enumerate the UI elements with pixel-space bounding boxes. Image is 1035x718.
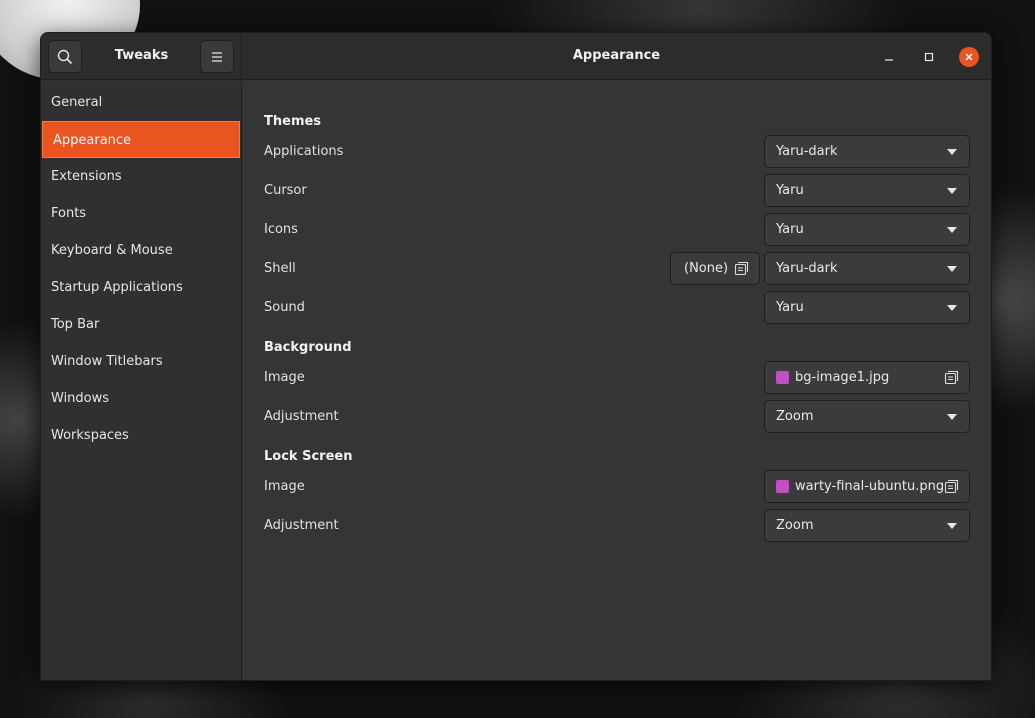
- document-open-icon: [944, 479, 959, 494]
- sound-label: Sound: [264, 300, 305, 315]
- menu-button[interactable]: [200, 40, 234, 73]
- lock-screen-heading: Lock Screen: [264, 449, 353, 464]
- lock-screen-image-label: Image: [264, 479, 305, 494]
- sidebar-item-fonts[interactable]: Fonts: [41, 195, 241, 232]
- sidebar-item-top-bar[interactable]: Top Bar: [41, 306, 241, 343]
- close-icon: [965, 53, 973, 61]
- minimize-button[interactable]: [879, 47, 899, 67]
- sidebar-item-workspaces[interactable]: Workspaces: [41, 417, 241, 454]
- sidebar-header: Tweaks: [41, 33, 242, 80]
- cursor-theme-combo[interactable]: Yaru: [764, 174, 970, 207]
- lock-screen-image-filename: warty-final-ubuntu.png: [795, 479, 945, 494]
- cursor-theme-value: Yaru: [776, 183, 804, 198]
- dropdown-arrow-icon: [947, 305, 957, 311]
- applications-theme-combo[interactable]: Yaru-dark: [764, 135, 970, 168]
- lock-screen-adjustment-combo[interactable]: Zoom: [764, 509, 970, 542]
- maximize-icon: [924, 52, 934, 62]
- sidebar-item-startup-applications[interactable]: Startup Applications: [41, 269, 241, 306]
- sound-theme-combo[interactable]: Yaru: [764, 291, 970, 324]
- cursor-label: Cursor: [264, 183, 307, 198]
- icons-theme-value: Yaru: [776, 222, 804, 237]
- shell-theme-value: Yaru-dark: [776, 261, 838, 276]
- shell-file-button[interactable]: (None): [670, 252, 760, 285]
- background-adjustment-combo[interactable]: Zoom: [764, 400, 970, 433]
- search-button[interactable]: [48, 40, 82, 73]
- sidebar-item-window-titlebars[interactable]: Window Titlebars: [41, 343, 241, 380]
- sidebar-item-keyboard-mouse[interactable]: Keyboard & Mouse: [41, 232, 241, 269]
- background-image-filename: bg-image1.jpg: [795, 370, 890, 385]
- maximize-button[interactable]: [919, 47, 939, 67]
- dropdown-arrow-icon: [947, 523, 957, 529]
- lock-screen-image-chooser[interactable]: warty-final-ubuntu.png: [764, 470, 970, 503]
- tweaks-window: Tweaks Appearance General Appearance Ext…: [40, 32, 992, 681]
- background-heading: Background: [264, 340, 352, 355]
- dropdown-arrow-icon: [947, 227, 957, 233]
- sidebar-item-extensions[interactable]: Extensions: [41, 158, 241, 195]
- app-title: Tweaks: [114, 48, 169, 63]
- dropdown-arrow-icon: [947, 266, 957, 272]
- hamburger-menu-icon: [212, 51, 222, 62]
- close-button[interactable]: [959, 47, 979, 67]
- applications-theme-value: Yaru-dark: [776, 144, 838, 159]
- themes-heading: Themes: [264, 114, 322, 129]
- shell-label: Shell: [264, 261, 296, 276]
- sidebar-item-general[interactable]: General: [41, 84, 241, 121]
- lock-screen-adjustment-value: Zoom: [776, 518, 814, 533]
- sound-theme-value: Yaru: [776, 300, 804, 315]
- sidebar: General Appearance Extensions Fonts Keyb…: [41, 81, 242, 680]
- document-open-icon: [944, 370, 959, 385]
- minimize-icon: [885, 59, 893, 61]
- lock-screen-adjustment-label: Adjustment: [264, 518, 339, 533]
- shell-file-value: (None): [684, 261, 729, 276]
- background-adjustment-value: Zoom: [776, 409, 814, 424]
- dropdown-arrow-icon: [947, 149, 957, 155]
- icons-label: Icons: [264, 222, 298, 237]
- header-bar: Tweaks Appearance: [41, 33, 991, 80]
- dropdown-arrow-icon: [947, 414, 957, 420]
- appearance-panel: Themes Applications Yaru-dark Cursor Yar…: [242, 81, 991, 680]
- sidebar-item-windows[interactable]: Windows: [41, 380, 241, 417]
- applications-label: Applications: [264, 144, 344, 159]
- background-image-label: Image: [264, 370, 305, 385]
- image-file-icon: [776, 480, 789, 493]
- background-image-chooser[interactable]: bg-image1.jpg: [764, 361, 970, 394]
- search-icon: [57, 49, 73, 64]
- sidebar-item-appearance[interactable]: Appearance: [42, 121, 240, 158]
- icons-theme-combo[interactable]: Yaru: [764, 213, 970, 246]
- dropdown-arrow-icon: [947, 188, 957, 194]
- image-file-icon: [776, 371, 789, 384]
- document-open-icon: [734, 261, 749, 276]
- background-adjustment-label: Adjustment: [264, 409, 339, 424]
- shell-theme-combo[interactable]: Yaru-dark: [764, 252, 970, 285]
